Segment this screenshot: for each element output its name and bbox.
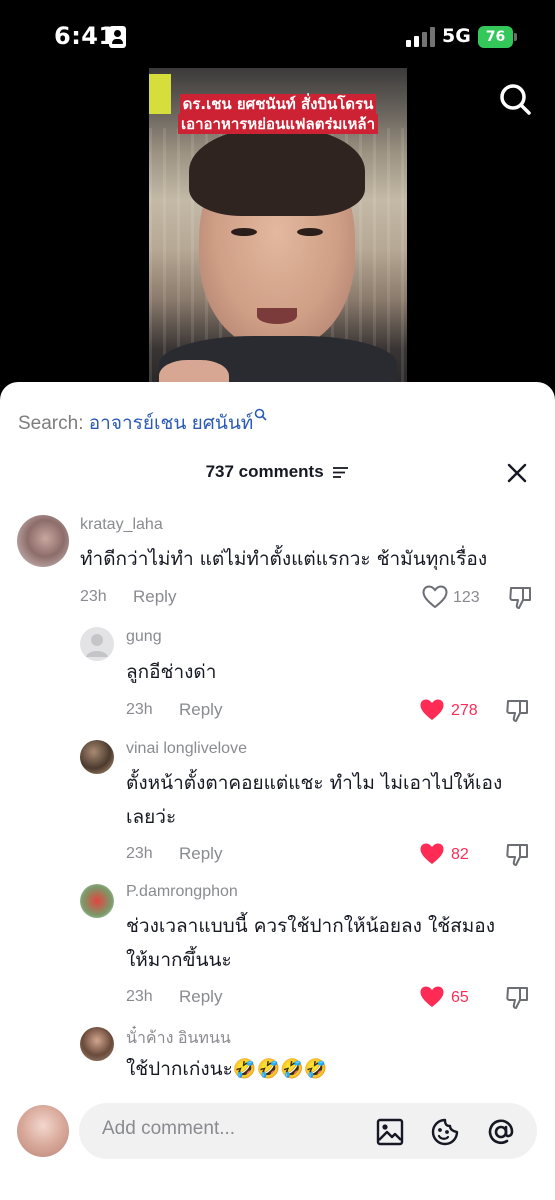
avatar[interactable] xyxy=(80,884,114,918)
mention-icon[interactable] xyxy=(486,1117,516,1147)
battery-level: 76 xyxy=(485,29,506,45)
comment-input[interactable]: Add comment... xyxy=(79,1103,537,1159)
emoji-icon[interactable] xyxy=(430,1117,460,1147)
video-caption: ดร.เชน ยศชนันท์ สั่งบินโดรน เอาอาหารหย่อ… xyxy=(169,94,387,134)
reply-button[interactable]: Reply xyxy=(179,844,222,864)
status-time: 6:41 xyxy=(54,22,116,50)
comment-text-line1: ตั้งหน้าตั้งตาคอยแต่แชะ ทำไม ไม่เอาไปให้… xyxy=(126,772,503,794)
reply-button[interactable]: Reply xyxy=(133,587,176,607)
comment-time: 23h xyxy=(126,845,153,862)
avatar[interactable] xyxy=(80,627,114,661)
user-avatar[interactable] xyxy=(17,1105,69,1157)
signal-icon xyxy=(406,27,436,47)
dislike-icon[interactable] xyxy=(505,841,531,867)
comment-input-bar: Add comment... xyxy=(0,1095,555,1200)
video-player[interactable]: ดร.เชน ยศชนันท์ สั่งบินโดรน เอาอาหารหย่อ… xyxy=(149,68,407,398)
close-icon[interactable] xyxy=(505,461,529,485)
heart-icon[interactable] xyxy=(422,585,448,609)
comment-time: 23h xyxy=(80,588,107,605)
like-count: 82 xyxy=(451,846,469,863)
comment-text: ใช้ปากเก่งนะ🤣🤣🤣🤣 xyxy=(126,1058,328,1080)
search-term[interactable]: อาจารย์เชน ยศนันท์ xyxy=(89,413,254,434)
heart-icon[interactable] xyxy=(419,842,445,866)
network-type: 5G xyxy=(442,25,471,47)
battery-indicator: 76 xyxy=(478,26,517,48)
video-mouth xyxy=(257,308,297,324)
comment-username[interactable]: vinai longlivelove xyxy=(126,740,247,758)
heart-icon[interactable] xyxy=(419,985,445,1009)
comment-username[interactable]: นั๋าค้าง อินทนน xyxy=(126,1026,231,1051)
comment-text: ทำดีกว่าไม่ทำ แต่ไม่ทำตั้งแต่แรกวะ ช้ามั… xyxy=(80,548,488,570)
video-caption-line2: เอาอาหารหย่อนแฟลตร่มเหล้า xyxy=(177,114,379,134)
avatar[interactable] xyxy=(80,1027,114,1061)
sort-icon[interactable] xyxy=(332,466,349,479)
video-eye-left xyxy=(231,228,257,236)
video-bystander xyxy=(149,74,171,114)
dislike-icon[interactable] xyxy=(505,697,531,723)
like-count: 123 xyxy=(453,589,480,606)
reply-button[interactable]: Reply xyxy=(179,700,222,720)
comment-text-line1: ช่วงเวลาแบบนี้ ควรใช้ปากให้น้อยลง ใช้สมอ… xyxy=(126,915,495,937)
search-prefix: Search: xyxy=(18,413,84,434)
heart-icon[interactable] xyxy=(419,698,445,722)
comment-text: ลูกอีช่างด่า xyxy=(126,661,217,683)
dislike-icon[interactable] xyxy=(505,984,531,1010)
comment-time: 23h xyxy=(126,988,153,1005)
search-icon[interactable] xyxy=(496,80,536,120)
comments-sheet: Search: อาจารย์เชน ยศนันท์ 737 comments … xyxy=(0,382,555,1200)
dislike-icon[interactable] xyxy=(508,584,534,610)
comment-text-line2: ให้มากขึ้นนะ xyxy=(126,949,232,971)
image-icon[interactable] xyxy=(375,1117,405,1147)
comment-time: 23h xyxy=(126,701,153,718)
search-suggestion[interactable]: Search: อาจารย์เชน ยศนันท์ xyxy=(18,408,267,438)
contact-card-icon xyxy=(109,26,126,48)
comments-header: 737 comments xyxy=(0,462,555,482)
comment-username[interactable]: P.damrongphon xyxy=(126,883,238,901)
comment-input-placeholder[interactable]: Add comment... xyxy=(102,1118,235,1140)
video-eye-right xyxy=(297,228,323,236)
video-caption-line1: ดร.เชน ยศชนันท์ สั่งบินโดรน xyxy=(179,94,377,114)
comment-username[interactable]: gung xyxy=(126,628,162,646)
comment-text-line2: เลยว่ะ xyxy=(126,806,177,828)
avatar[interactable] xyxy=(80,740,114,774)
comment-count: 737 comments xyxy=(205,462,324,481)
reply-button[interactable]: Reply xyxy=(179,987,222,1007)
comment-username[interactable]: kratay_laha xyxy=(80,516,163,534)
like-count: 278 xyxy=(451,702,478,719)
video-hair xyxy=(189,126,365,216)
like-count: 65 xyxy=(451,989,469,1006)
default-avatar-icon xyxy=(86,634,108,657)
status-bar: 6:41 5G 76 xyxy=(0,0,555,70)
avatar[interactable] xyxy=(17,515,69,567)
search-term-icon xyxy=(255,408,267,421)
